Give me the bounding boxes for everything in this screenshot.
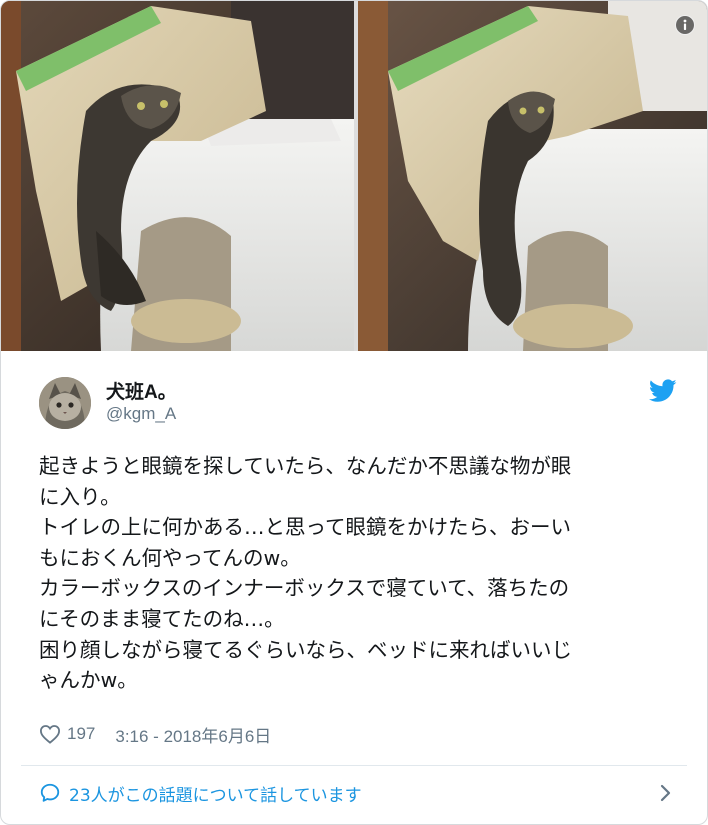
tweet-text-line: 起きようと眼鏡を探していたら、なんだか不思議な物が眼 — [39, 454, 572, 478]
comment-icon — [40, 783, 60, 802]
author-handle[interactable]: @kgm_A — [106, 404, 176, 424]
tweet-text-line: カラーボックスのインナーボックスで寝ていて、落ちたの — [39, 576, 570, 601]
conversation-link[interactable]: 23人がこの話題について話しています — [39, 779, 679, 807]
tweet-media[interactable] — [1, 1, 707, 351]
tweet-photo-left[interactable] — [1, 1, 354, 351]
tweet-header: 犬班A。 @kgm_A — [1, 351, 707, 436]
conversation-label: 23人がこの話題について話しています — [69, 785, 362, 806]
avatar[interactable] — [39, 377, 91, 429]
tweet-text-line: にそのまま寝てたのね…。 — [39, 606, 285, 631]
tweet-text-line: 困り顔しながら寝てるぐらいなら、ベッドに来ればいいじ — [39, 637, 572, 662]
tweet-meta: 197 3:16 - 2018年6月6日 — [39, 721, 271, 747]
tweet-timestamp[interactable]: 3:16 - 2018年6月6日 — [115, 722, 271, 747]
author-display-name[interactable]: 犬班A。 — [106, 377, 177, 404]
heart-icon[interactable] — [39, 724, 61, 744]
tweet-photo-right[interactable] — [358, 1, 707, 351]
tweet-text-line: もにおくん何やってんのw。 — [39, 545, 301, 570]
divider — [21, 765, 687, 766]
like-count[interactable]: 197 — [67, 724, 95, 744]
tweet-card: 犬班A。 @kgm_A 起きようと眼鏡を探していたら、なんだか不思議な物が眼 に… — [0, 0, 708, 825]
tweet-text-line: に入り。 — [39, 484, 121, 509]
info-icon[interactable] — [675, 15, 695, 35]
twitter-bird-icon[interactable] — [649, 379, 677, 403]
tweet-text: 起きようと眼鏡を探していたら、なんだか不思議な物が眼 に入り。 トイレの上に何か… — [39, 451, 679, 696]
tweet-text-line: トイレの上に何かある…と思って眼鏡をかけたら、おーい — [39, 515, 571, 540]
chevron-right-icon — [660, 784, 671, 802]
tweet-text-line: ゃんかw。 — [39, 668, 138, 693]
